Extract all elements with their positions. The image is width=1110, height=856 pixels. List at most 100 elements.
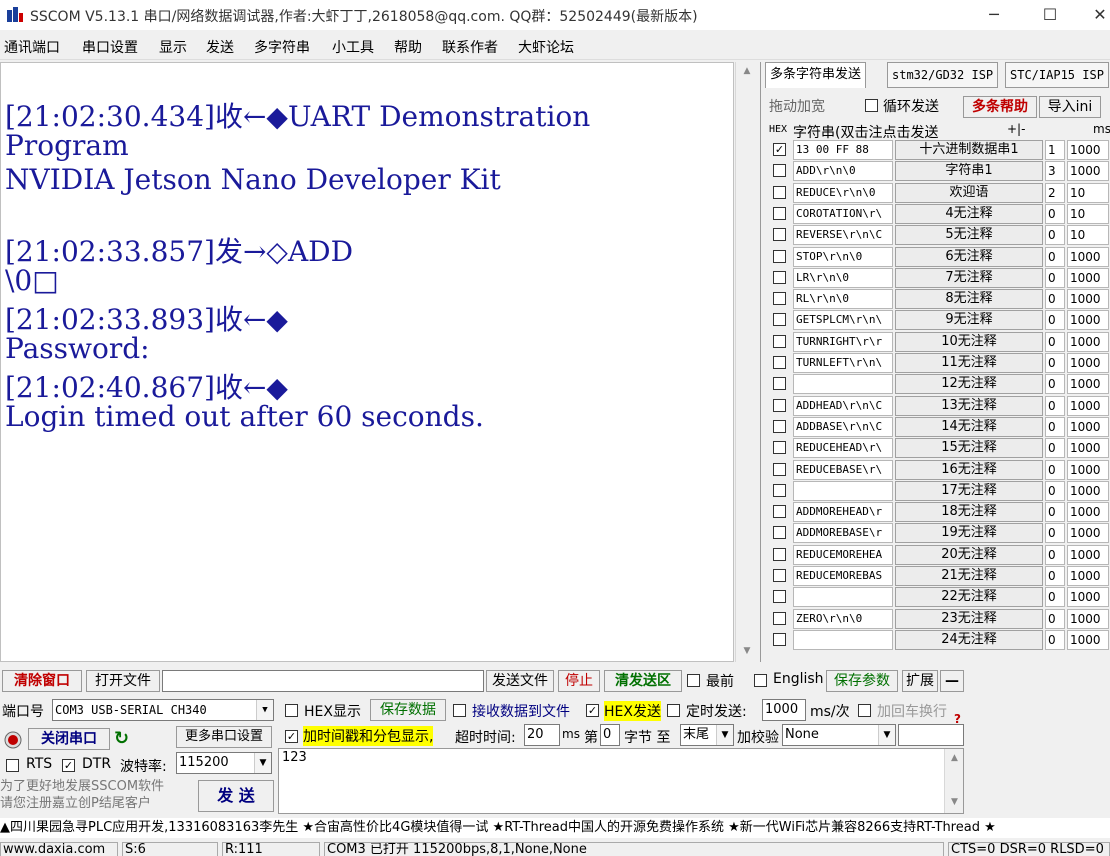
menu-send[interactable]: 发送: [206, 37, 234, 57]
row-hex-checkbox[interactable]: [773, 590, 786, 603]
row-string-input[interactable]: RL\r\n\0: [793, 289, 893, 309]
save-data-button[interactable]: 保存数据: [370, 699, 446, 721]
row-string-input[interactable]: [793, 481, 893, 501]
row-send-button[interactable]: 24无注释: [895, 630, 1043, 650]
chevron-down-icon[interactable]: ▼: [878, 725, 895, 745]
end-select[interactable]: 末尾 ▼: [680, 724, 734, 746]
row-delay-input[interactable]: 10: [1067, 183, 1109, 203]
scroll-down-icon[interactable]: ▼: [945, 797, 964, 807]
row-hex-checkbox[interactable]: [773, 633, 786, 646]
row-delay-input[interactable]: 1000: [1067, 460, 1109, 480]
row-send-button[interactable]: 10无注释: [895, 332, 1043, 352]
row-string-input[interactable]: TURNRIGHT\r\r: [793, 332, 893, 352]
file-path-input[interactable]: [162, 670, 484, 692]
row-hex-checkbox[interactable]: [773, 484, 786, 497]
menu-tools[interactable]: 小工具: [332, 37, 374, 57]
row-send-button[interactable]: 8无注释: [895, 289, 1043, 309]
row-send-button[interactable]: 20无注释: [895, 545, 1043, 565]
row-delay-input[interactable]: 1000: [1067, 481, 1109, 501]
row-delay-input[interactable]: 1000: [1067, 332, 1109, 352]
row-order-input[interactable]: 0: [1045, 268, 1065, 288]
save-params-button[interactable]: 保存参数: [826, 670, 898, 692]
scroll-down-icon[interactable]: ▼: [736, 646, 758, 656]
row-hex-checkbox[interactable]: [773, 420, 786, 433]
row-send-button[interactable]: 12无注释: [895, 374, 1043, 394]
row-order-input[interactable]: 0: [1045, 353, 1065, 373]
row-hex-checkbox[interactable]: [773, 356, 786, 369]
row-order-input[interactable]: 0: [1045, 481, 1065, 501]
top-most-checkbox[interactable]: [687, 674, 700, 687]
row-order-input[interactable]: 0: [1045, 417, 1065, 437]
row-string-input[interactable]: GETSPLCM\r\n\: [793, 310, 893, 330]
chevron-down-icon[interactable]: ▼: [254, 753, 271, 773]
row-string-input[interactable]: 13 00 FF 88: [793, 140, 893, 160]
row-delay-input[interactable]: 1000: [1067, 289, 1109, 309]
menu-help[interactable]: 帮助: [394, 37, 422, 57]
row-hex-checkbox[interactable]: [773, 441, 786, 454]
send-button[interactable]: 发 送: [198, 780, 274, 812]
row-order-input[interactable]: 0: [1045, 374, 1065, 394]
row-hex-checkbox[interactable]: [773, 377, 786, 390]
row-delay-input[interactable]: 1000: [1067, 140, 1109, 160]
open-file-button[interactable]: 打开文件: [86, 670, 160, 692]
row-string-input[interactable]: ADDMOREBASE\r: [793, 523, 893, 543]
clear-send-button[interactable]: 清发送区: [604, 670, 682, 692]
row-send-button[interactable]: 13无注释: [895, 396, 1043, 416]
stop-button[interactable]: 停止: [558, 670, 600, 692]
more-port-settings-button[interactable]: 更多串口设置: [176, 726, 272, 748]
row-send-button[interactable]: 欢迎语: [895, 183, 1043, 203]
row-hex-checkbox[interactable]: [773, 164, 786, 177]
row-order-input[interactable]: 1: [1045, 140, 1065, 160]
row-string-input[interactable]: TURNLEFT\r\n\: [793, 353, 893, 373]
checksum-select[interactable]: None ▼: [782, 724, 896, 746]
recv-to-file-checkbox[interactable]: [453, 704, 466, 717]
send-file-button[interactable]: 发送文件: [486, 670, 554, 692]
receive-area[interactable]: [21:02:30.434]收←◆UART Demonstration Prog…: [0, 62, 734, 662]
row-hex-checkbox[interactable]: ✓: [773, 143, 786, 156]
row-order-input[interactable]: 0: [1045, 502, 1065, 522]
row-string-input[interactable]: ADD\r\n\0: [793, 161, 893, 181]
row-delay-input[interactable]: 1000: [1067, 268, 1109, 288]
tab-multi-string[interactable]: 多条字符串发送: [765, 62, 867, 88]
row-string-input[interactable]: COROTATION\r\: [793, 204, 893, 224]
menu-display[interactable]: 显示: [159, 37, 187, 57]
clear-window-button[interactable]: 清除窗口: [2, 670, 82, 692]
add-crlf-checkbox[interactable]: [858, 704, 871, 717]
row-string-input[interactable]: ZERO\r\n\0: [793, 609, 893, 629]
row-delay-input[interactable]: 1000: [1067, 630, 1109, 650]
recv-to-file-label[interactable]: 接收数据到文件: [472, 701, 570, 721]
menu-multi-string[interactable]: 多字符串: [254, 37, 310, 57]
row-delay-input[interactable]: 1000: [1067, 587, 1109, 607]
row-delay-input[interactable]: 1000: [1067, 523, 1109, 543]
row-hex-checkbox[interactable]: [773, 463, 786, 476]
row-send-button[interactable]: 十六进制数据串1: [895, 140, 1043, 160]
close-icon[interactable]: ✕: [1080, 4, 1110, 26]
row-string-input[interactable]: LR\r\n\0: [793, 268, 893, 288]
row-send-button[interactable]: 23无注释: [895, 609, 1043, 629]
interval-input[interactable]: 1000: [762, 699, 806, 721]
promo-text[interactable]: 为了更好地发展SSCOM软件 请您注册嘉立创P结尾客户: [0, 778, 196, 812]
send-scrollbar[interactable]: ▲ ▼: [944, 749, 963, 813]
row-delay-input[interactable]: 10: [1067, 204, 1109, 224]
row-order-input[interactable]: 0: [1045, 247, 1065, 267]
row-delay-input[interactable]: 1000: [1067, 161, 1109, 181]
plus-minus-buttons[interactable]: +|-: [1007, 122, 1025, 136]
row-order-input[interactable]: 0: [1045, 460, 1065, 480]
row-send-button[interactable]: 16无注释: [895, 460, 1043, 480]
row-send-button[interactable]: 4无注释: [895, 204, 1043, 224]
row-order-input[interactable]: 0: [1045, 587, 1065, 607]
row-hex-checkbox[interactable]: [773, 526, 786, 539]
row-string-input[interactable]: REDUCEHEAD\r\: [793, 438, 893, 458]
receive-scrollbar[interactable]: ▲ ▼: [735, 62, 757, 662]
ad-ticker[interactable]: ▲四川果园急寻PLC应用开发,13316083163李先生 ★合宙高性价比4G模…: [0, 818, 1110, 838]
scroll-up-icon[interactable]: ▲: [945, 753, 964, 763]
baud-select[interactable]: 115200 ▼: [176, 752, 272, 774]
row-delay-input[interactable]: 1000: [1067, 396, 1109, 416]
dtr-checkbox[interactable]: ✓: [62, 759, 75, 772]
refresh-icon[interactable]: ↻: [114, 729, 134, 749]
row-send-button[interactable]: 5无注释: [895, 225, 1043, 245]
row-order-input[interactable]: 0: [1045, 523, 1065, 543]
row-delay-input[interactable]: 1000: [1067, 502, 1109, 522]
row-order-input[interactable]: 0: [1045, 609, 1065, 629]
scroll-up-icon[interactable]: ▲: [736, 66, 758, 76]
